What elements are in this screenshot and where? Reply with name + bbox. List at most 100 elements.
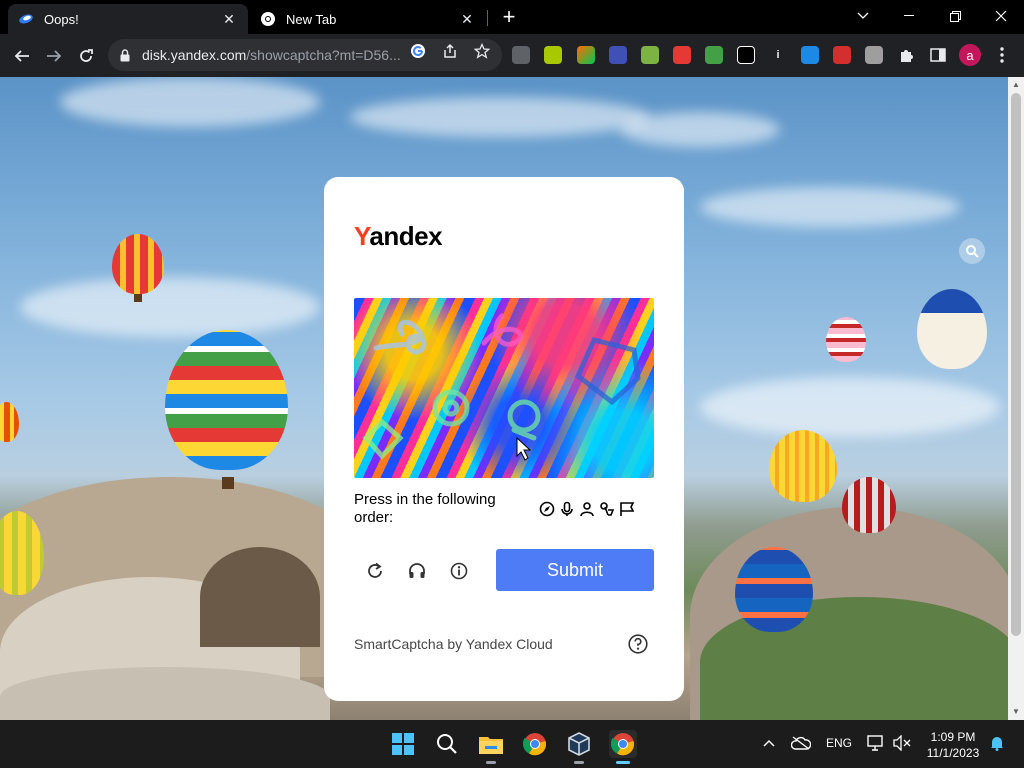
- tray-overflow-chevron-icon[interactable]: [760, 734, 778, 752]
- extension-10-icon[interactable]: [801, 46, 819, 64]
- cloud: [60, 77, 320, 127]
- captcha-instruction: Press in the following order:: [354, 491, 496, 526]
- chrome-icon: [260, 11, 276, 27]
- close-tab-icon[interactable]: ✕: [458, 10, 476, 28]
- menu-kebab-icon[interactable]: [993, 46, 1011, 64]
- system-clock[interactable]: 1:09 PM 11/1/2023: [920, 729, 986, 761]
- close-tab-icon[interactable]: ✕: [220, 10, 238, 28]
- browser-toolbar: disk.yandex.com/showcaptcha?mt=D56... i …: [0, 34, 1024, 77]
- captcha-shape: [362, 418, 404, 460]
- balloon-basket: [134, 294, 142, 302]
- scrollbar-thumb[interactable]: [1011, 93, 1021, 636]
- lock-icon[interactable]: [120, 48, 134, 62]
- google-lens-icon[interactable]: [409, 42, 427, 60]
- captcha-card: Yandex Press in the following order: Sub…: [324, 177, 684, 701]
- minimize-button[interactable]: [886, 0, 932, 32]
- extension-4-icon[interactable]: [609, 46, 627, 64]
- extension-5-icon[interactable]: [641, 46, 659, 64]
- balloon: [0, 402, 19, 442]
- extension-8-icon[interactable]: [737, 46, 755, 64]
- language-indicator[interactable]: ENG: [824, 734, 854, 752]
- valley-road: [0, 667, 330, 720]
- cloud: [700, 377, 1000, 437]
- audio-headphones-icon[interactable]: [405, 559, 429, 583]
- balloon: [842, 477, 896, 533]
- puzzle-extensions-icon[interactable]: [897, 46, 915, 64]
- url-host: disk.yandex.com: [142, 47, 247, 63]
- extension-1-icon[interactable]: [512, 46, 530, 64]
- profile-avatar[interactable]: a: [959, 44, 981, 66]
- forward-button[interactable]: [40, 42, 68, 70]
- tab-title: Oops!: [44, 11, 79, 27]
- balloon: [165, 330, 288, 470]
- url-text[interactable]: disk.yandex.com/showcaptcha?mt=D56...: [142, 47, 404, 63]
- close-window-button[interactable]: [978, 0, 1024, 32]
- person-icon: [578, 500, 596, 518]
- flag-icon: [618, 500, 636, 518]
- running-indicator: [574, 761, 584, 764]
- side-panel-icon[interactable]: [929, 46, 947, 64]
- tab-oops[interactable]: Oops! ✕: [8, 4, 248, 34]
- captcha-shape: [507, 399, 541, 433]
- chrome-active-taskbar-icon[interactable]: [609, 730, 637, 764]
- submit-button[interactable]: Submit: [496, 549, 654, 591]
- restore-button[interactable]: [932, 0, 978, 32]
- page-background: Yandex Press in the following order: Sub…: [0, 77, 1008, 720]
- scroll-down-icon[interactable]: ▼: [1012, 708, 1020, 716]
- page-scrollbar[interactable]: ▲ ▼: [1008, 77, 1024, 720]
- captcha-image[interactable]: [354, 298, 654, 478]
- cloud: [350, 97, 650, 137]
- windows-taskbar: ENG 1:09 PM 11/1/2023: [0, 720, 1024, 768]
- search-icon[interactable]: [433, 730, 461, 758]
- extension-11-icon[interactable]: [833, 46, 851, 64]
- chrome-taskbar-icon[interactable]: [521, 730, 549, 758]
- extension-2-icon[interactable]: [544, 46, 562, 64]
- file-explorer-icon[interactable]: [477, 730, 505, 764]
- balloon: [735, 547, 813, 632]
- help-question-icon[interactable]: [628, 634, 648, 654]
- extension-3-icon[interactable]: [577, 46, 595, 64]
- yandex-logo: Yandex: [354, 221, 443, 252]
- clock-date: 11/1/2023: [926, 746, 980, 760]
- reload-button[interactable]: [72, 42, 100, 70]
- bookmark-star-icon[interactable]: [473, 42, 491, 60]
- share-icon[interactable]: [441, 42, 459, 60]
- captcha-shape: [481, 313, 523, 347]
- balloon-basket: [222, 477, 234, 489]
- extension-6-icon[interactable]: [673, 46, 691, 64]
- tap-icon: [598, 500, 616, 518]
- balloon: [826, 317, 866, 362]
- microphone-icon: [558, 500, 576, 518]
- volume-muted-icon[interactable]: [892, 734, 912, 752]
- extension-9-icon[interactable]: i: [769, 46, 787, 64]
- virtualbox-icon[interactable]: [565, 730, 593, 764]
- tab-title: New Tab: [286, 11, 337, 27]
- running-indicator: [616, 761, 630, 764]
- order-icon-sequence: [538, 500, 636, 518]
- compass-icon: [538, 500, 556, 518]
- windows-start-icon[interactable]: [389, 730, 417, 758]
- new-tab-button[interactable]: +: [498, 4, 520, 29]
- scroll-up-icon[interactable]: ▲: [1012, 81, 1020, 89]
- refresh-icon[interactable]: [363, 559, 387, 583]
- captcha-shape: [442, 399, 460, 417]
- cloud: [20, 277, 320, 337]
- tab-new-tab[interactable]: New Tab ✕: [250, 4, 486, 34]
- mouse-cursor-icon: [516, 436, 532, 461]
- captcha-shape: [432, 389, 470, 427]
- chevron-down-icon[interactable]: [840, 0, 886, 32]
- balloon: [917, 289, 987, 369]
- onedrive-offline-icon[interactable]: [790, 734, 812, 752]
- captcha-shapes: [362, 313, 641, 461]
- notification-bell-icon[interactable]: [988, 734, 1006, 752]
- network-display-icon[interactable]: [866, 734, 886, 752]
- back-button[interactable]: [8, 42, 36, 70]
- running-indicator: [486, 761, 496, 764]
- extension-12-icon[interactable]: [865, 46, 883, 64]
- captcha-footer: SmartCaptcha by Yandex Cloud: [354, 636, 553, 652]
- clock-time: 1:09 PM: [930, 730, 976, 744]
- url-path: /showcaptcha?mt=D56...: [246, 47, 401, 63]
- lens-search-icon[interactable]: [959, 238, 985, 264]
- info-icon[interactable]: [447, 559, 471, 583]
- extension-7-icon[interactable]: [705, 46, 723, 64]
